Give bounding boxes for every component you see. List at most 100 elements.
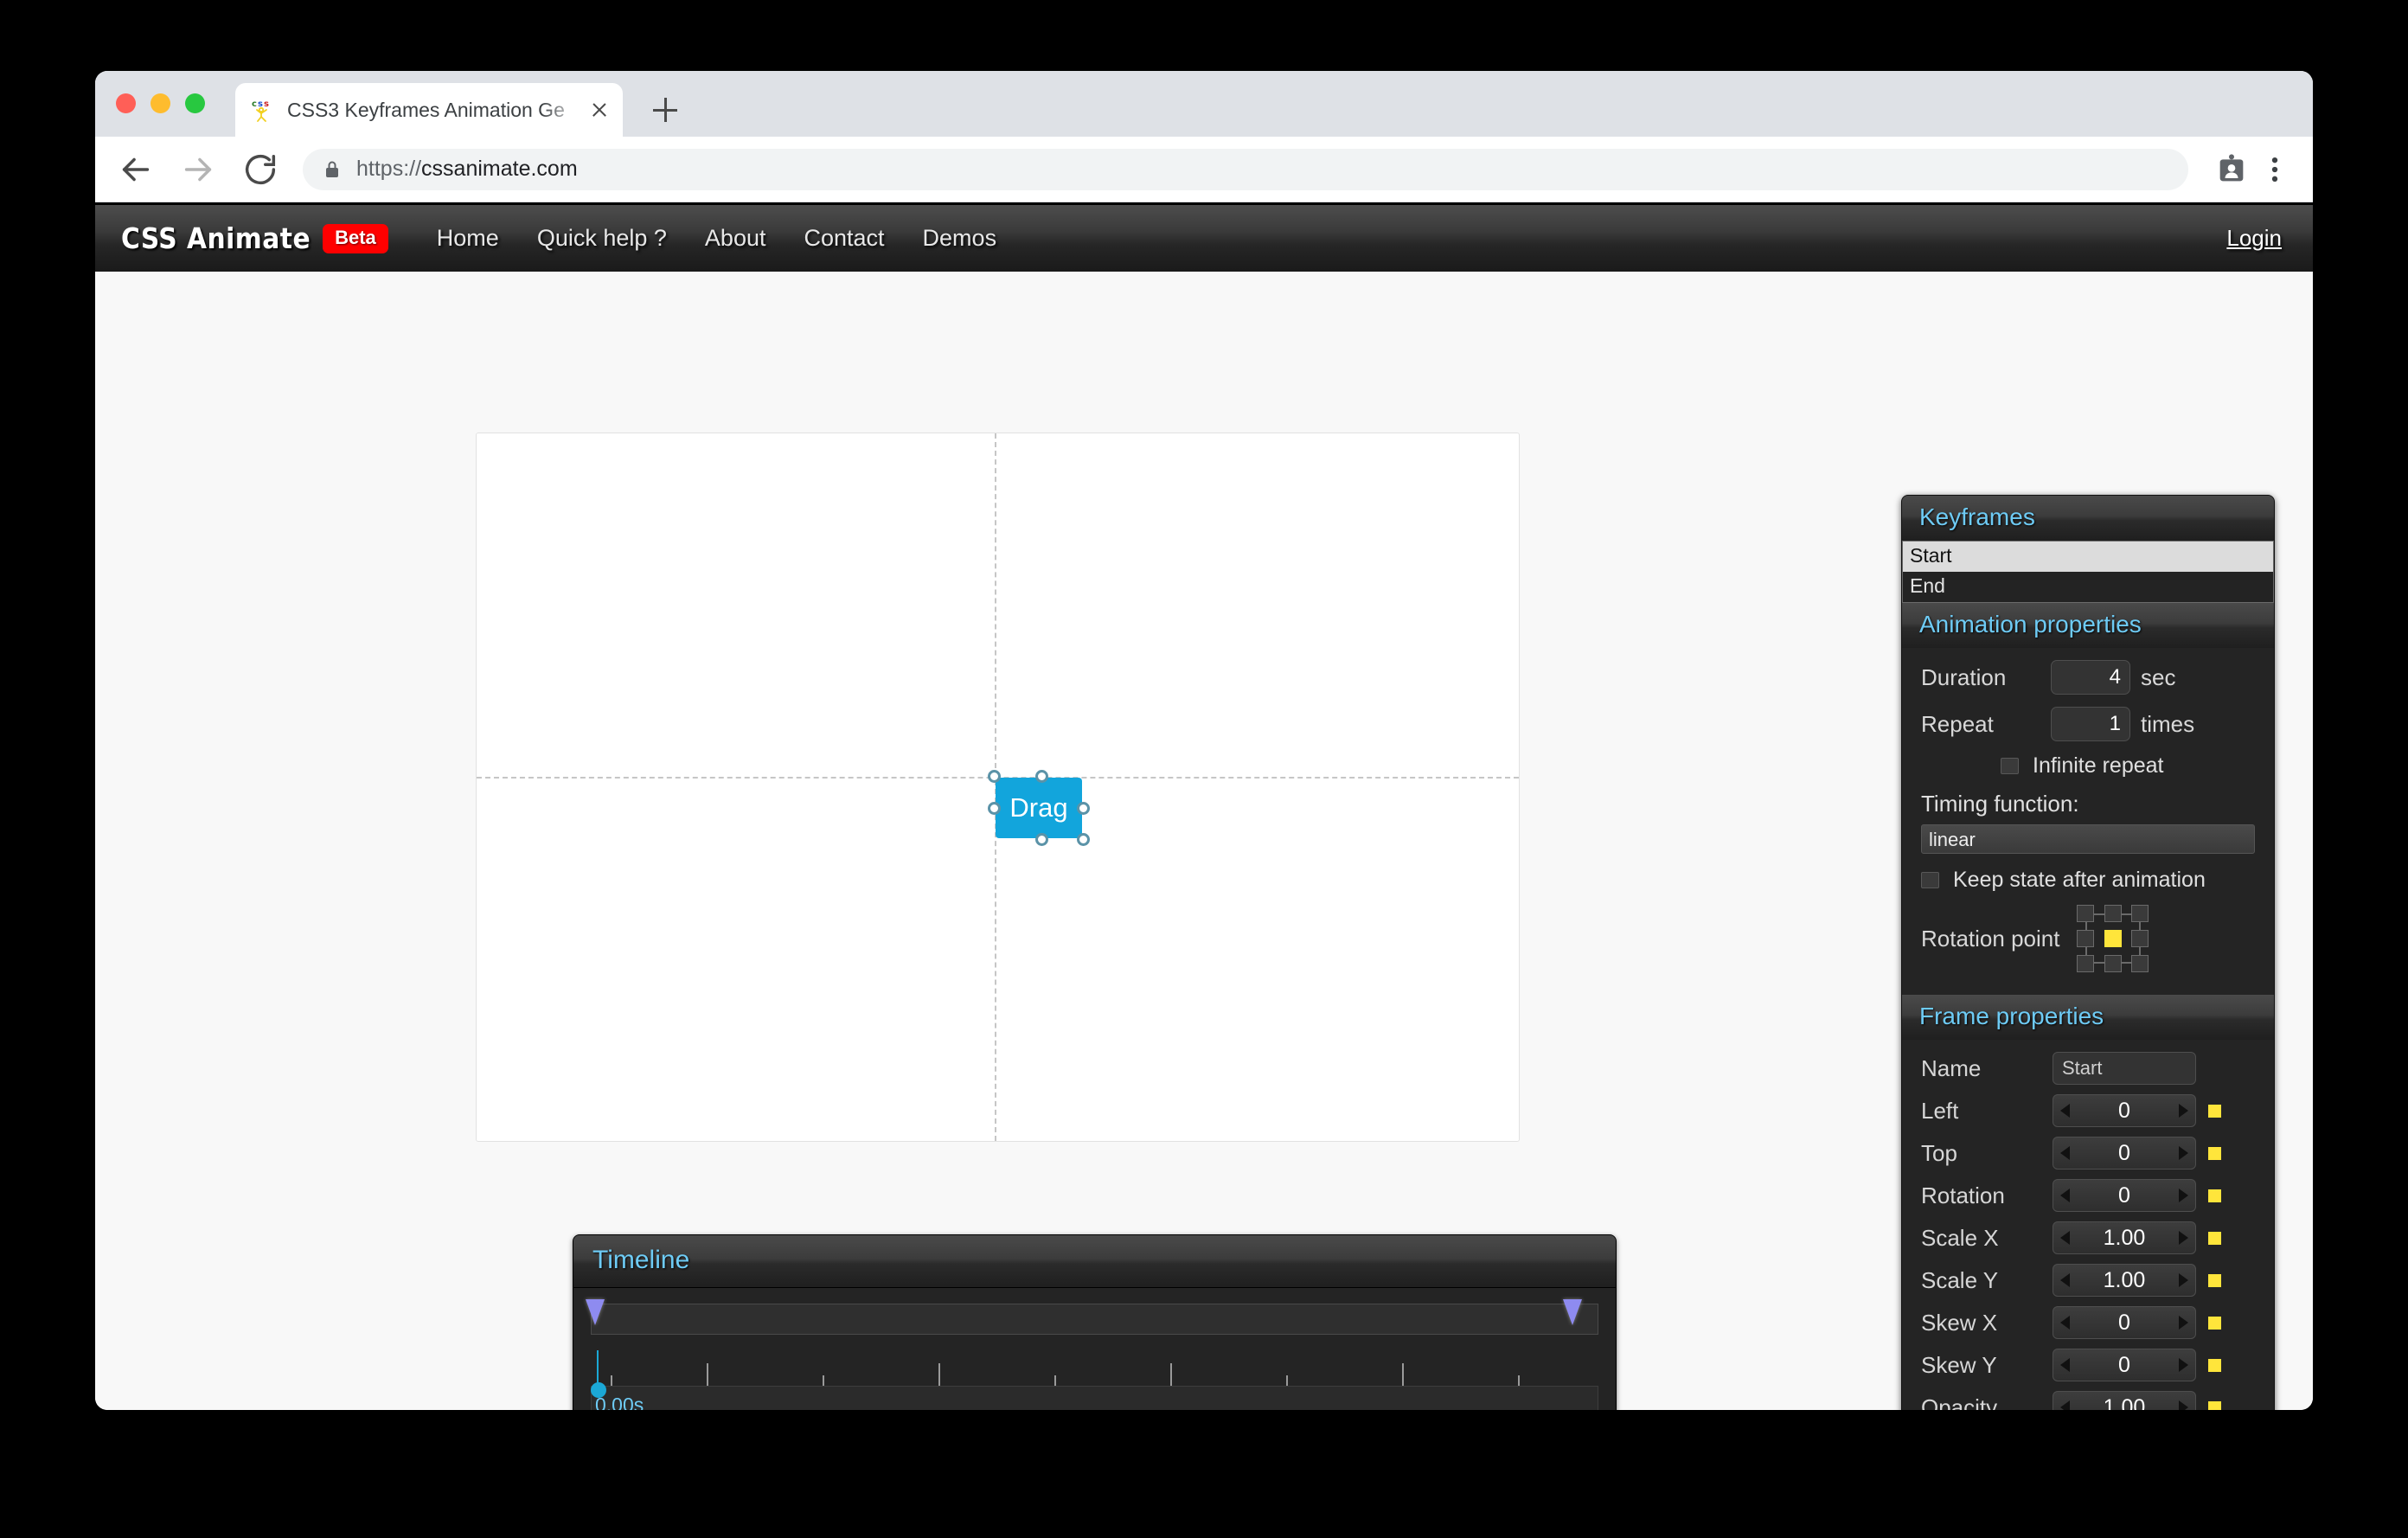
frame-property-value-rotation: 0 (2070, 1183, 2179, 1208)
end-keyframe-marker[interactable] (1563, 1299, 1582, 1325)
url-omnibox[interactable]: https://cssanimate.com (303, 149, 2188, 190)
resize-handle-sw[interactable] (1035, 833, 1048, 846)
frame-name-input[interactable]: Start (2053, 1052, 2196, 1085)
playhead-knob[interactable] (591, 1382, 606, 1398)
increment-opacity-icon[interactable] (2179, 1400, 2188, 1410)
css-stickman-favicon: c s s (251, 97, 277, 123)
increment-top-icon[interactable] (2179, 1146, 2188, 1160)
frame-property-keyframe-toggle-opacity[interactable] (2208, 1401, 2221, 1411)
increment-skew-y-icon[interactable] (2179, 1358, 2188, 1372)
rotation-point-bottom-center[interactable] (2104, 955, 2122, 972)
login-link[interactable]: Login (2226, 225, 2282, 252)
frame-property-keyframe-toggle-scale-x[interactable] (2208, 1232, 2221, 1245)
frame-property-keyframe-toggle-rotation[interactable] (2208, 1189, 2221, 1202)
repeat-input[interactable]: 1 (2051, 707, 2130, 741)
decrement-opacity-icon[interactable] (2060, 1400, 2070, 1410)
frame-property-label-skew-x: Skew X (1921, 1310, 2053, 1336)
nav-link-contact[interactable]: Contact (804, 225, 884, 252)
maximize-window-button[interactable] (185, 93, 205, 113)
profile-card-icon[interactable] (2214, 152, 2249, 187)
decrement-skew-x-icon[interactable] (2060, 1316, 2070, 1330)
infinite-repeat-checkbox[interactable] (2001, 758, 2019, 774)
close-tab-icon[interactable] (588, 99, 611, 121)
nav-link-quick-help[interactable]: Quick help ? (537, 225, 667, 252)
draggable-element[interactable]: Drag (996, 778, 1082, 838)
increment-rotation-icon[interactable] (2179, 1189, 2188, 1202)
resize-handle-n[interactable] (1035, 770, 1048, 783)
repeat-row: Repeat 1 times (1921, 707, 2255, 741)
resize-handle-e[interactable] (1077, 802, 1090, 815)
beta-badge: Beta (323, 224, 388, 253)
timeline-ruler[interactable] (591, 1335, 1598, 1387)
rotation-point-middle-right[interactable] (2131, 930, 2149, 947)
rotation-point-bottom-right[interactable] (2131, 955, 2149, 972)
timeline-tick-3 (938, 1363, 940, 1386)
nav-link-home[interactable]: Home (437, 225, 499, 252)
window-traffic-lights (116, 93, 205, 113)
frame-property-keyframe-toggle-top[interactable] (2208, 1147, 2221, 1160)
timeline-keyframe-track[interactable] (591, 1304, 1598, 1335)
rotation-point-top-right[interactable] (2131, 905, 2149, 922)
frame-property-spinner-scale-x[interactable]: 1.00 (2053, 1221, 2196, 1254)
timing-function-select[interactable]: linear (1921, 824, 2255, 854)
rotation-point-middle-left[interactable] (2077, 930, 2094, 947)
new-tab-button[interactable] (645, 90, 685, 130)
reload-icon[interactable] (240, 150, 280, 189)
timeline-tick-1 (707, 1363, 708, 1386)
lock-icon (323, 159, 341, 180)
duration-label: Duration (1921, 664, 2051, 691)
rotation-point-center[interactable] (2104, 930, 2122, 947)
increment-scale-y-icon[interactable] (2179, 1273, 2188, 1287)
nav-link-about[interactable]: About (705, 225, 766, 252)
browser-tab[interactable]: c s s CSS3 Keyframes Animation Ge (235, 83, 623, 137)
rotation-point-top-center[interactable] (2104, 905, 2122, 922)
browser-tab-strip: c s s CSS3 Keyframes Animation Ge (95, 71, 2313, 137)
resize-handle-se[interactable] (1077, 833, 1090, 846)
frame-property-keyframe-toggle-left[interactable] (2208, 1105, 2221, 1118)
duration-input[interactable]: 4 (2051, 660, 2130, 695)
animation-stage[interactable]: Drag (476, 433, 1520, 1142)
nav-link-demos[interactable]: Demos (923, 225, 997, 252)
increment-skew-x-icon[interactable] (2179, 1316, 2188, 1330)
frame-property-spinner-left[interactable]: 0 (2053, 1094, 2196, 1127)
frame-property-label-skew-y: Skew Y (1921, 1352, 2053, 1379)
keyframe-item-end[interactable]: End (1903, 572, 2273, 602)
frame-property-label-left: Left (1921, 1098, 2053, 1125)
rotation-point-grid[interactable] (2077, 905, 2149, 972)
frame-property-keyframe-toggle-skew-y[interactable] (2208, 1359, 2221, 1372)
frame-property-spinner-rotation[interactable]: 0 (2053, 1179, 2196, 1212)
frame-property-keyframe-toggle-scale-y[interactable] (2208, 1274, 2221, 1287)
frame-property-spinner-opacity[interactable]: 1.00 (2053, 1391, 2196, 1410)
browser-address-bar: https://cssanimate.com (95, 137, 2313, 202)
rotation-point-row: Rotation point (1921, 905, 2255, 972)
frame-property-spinner-top[interactable]: 0 (2053, 1137, 2196, 1170)
animation-properties-header: Animation properties (1902, 603, 2274, 648)
decrement-top-icon[interactable] (2060, 1146, 2070, 1160)
site-logo[interactable]: CSS Animate (121, 221, 311, 255)
back-arrow-icon[interactable] (116, 150, 156, 189)
frame-property-spinner-skew-x[interactable]: 0 (2053, 1306, 2196, 1339)
decrement-scale-x-icon[interactable] (2060, 1231, 2070, 1245)
resize-handle-nw[interactable] (988, 770, 1001, 783)
kebab-menu-icon[interactable] (2258, 152, 2292, 187)
rotation-point-bottom-left[interactable] (2077, 955, 2094, 972)
start-keyframe-marker[interactable] (586, 1299, 605, 1325)
rotation-point-top-left[interactable] (2077, 905, 2094, 922)
close-window-button[interactable] (116, 93, 136, 113)
decrement-skew-y-icon[interactable] (2060, 1358, 2070, 1372)
frame-property-spinner-scale-y[interactable]: 1.00 (2053, 1264, 2196, 1297)
keyframe-item-start[interactable]: Start (1903, 542, 2273, 572)
animation-properties-section: Duration 4 sec Repeat 1 times Infinite r… (1902, 648, 2274, 995)
increment-left-icon[interactable] (2179, 1104, 2188, 1118)
increment-scale-x-icon[interactable] (2179, 1231, 2188, 1245)
keyframes-list[interactable]: Start End (1902, 541, 2274, 603)
decrement-left-icon[interactable] (2060, 1104, 2070, 1118)
resize-handle-w[interactable] (988, 802, 1001, 815)
keep-state-checkbox[interactable] (1921, 872, 1939, 888)
decrement-scale-y-icon[interactable] (2060, 1273, 2070, 1287)
frame-property-spinner-skew-y[interactable]: 0 (2053, 1349, 2196, 1381)
minimize-window-button[interactable] (150, 93, 170, 113)
forward-arrow-icon[interactable] (178, 150, 218, 189)
frame-property-keyframe-toggle-skew-x[interactable] (2208, 1317, 2221, 1330)
decrement-rotation-icon[interactable] (2060, 1189, 2070, 1202)
